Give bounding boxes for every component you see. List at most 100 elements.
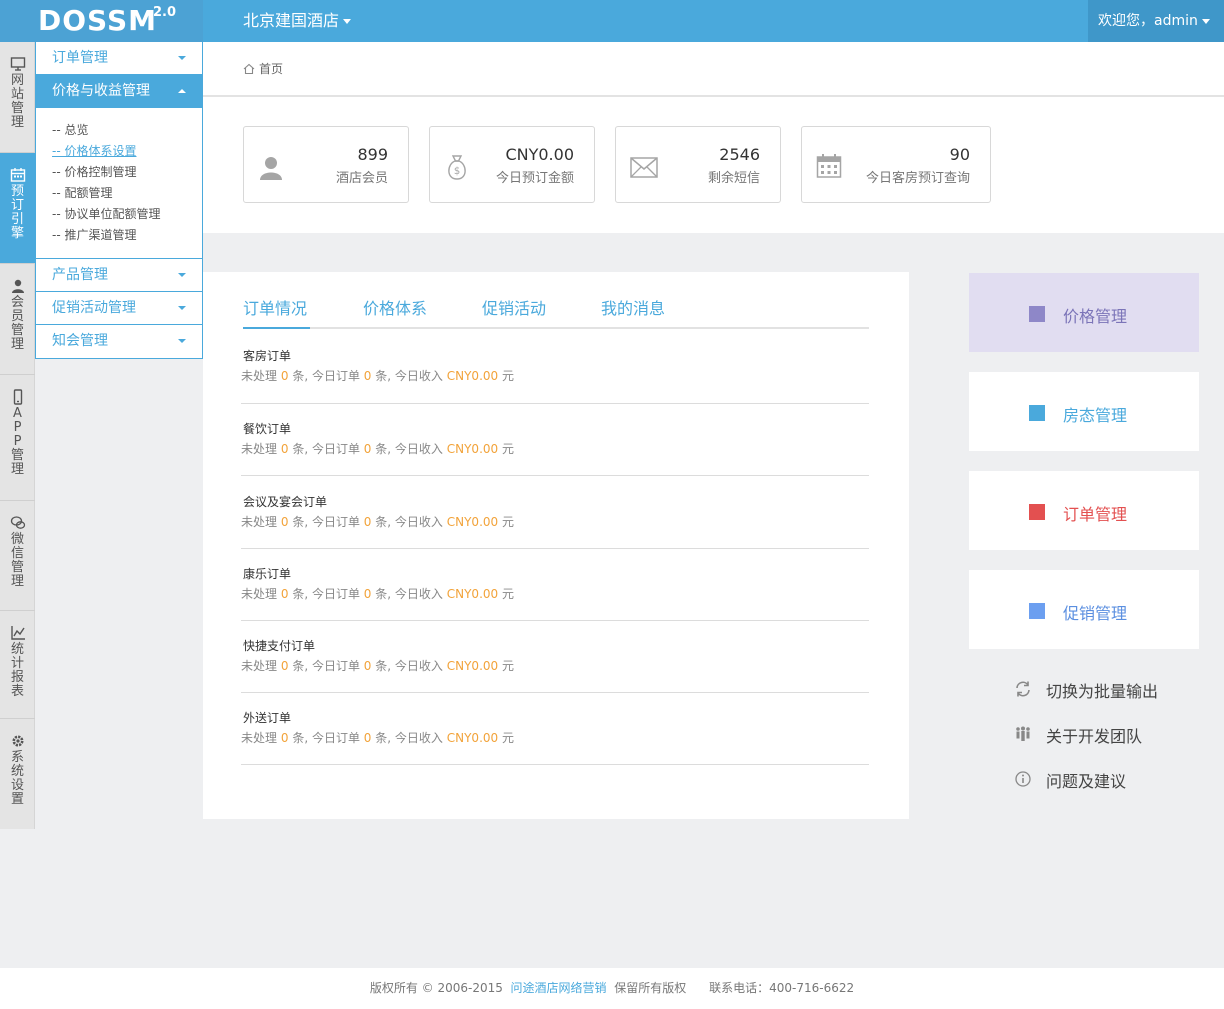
submenu-item-channels[interactable]: -- 推广渠道管理 [52, 225, 202, 246]
menu-promo-management[interactable]: 促销活动管理 [36, 292, 202, 325]
chart-icon [10, 626, 25, 640]
caret-down-icon [178, 56, 186, 60]
footer-company-link[interactable]: 问途酒店网络营销 [511, 981, 607, 995]
settings-icon [12, 735, 23, 747]
hotel-name: 北京建国酒店 [243, 11, 340, 30]
stat-label: 剩余短信 [707, 171, 760, 186]
order-title: 餐饮订单 [243, 422, 292, 436]
top-bar: DOSSM 2.0 北京建国酒店 欢迎您，admin [0, 0, 1224, 42]
order-summary: 未处理 0 条, 今日订单 0 条, 今日收入 CNY0.00 元 [241, 515, 514, 529]
stat-card-members[interactable]: 899 酒店会员 [243, 126, 409, 203]
caret-up-icon [178, 89, 186, 93]
quick-order-management[interactable]: 订单管理 [969, 471, 1199, 550]
tab-price-system[interactable]: 价格体系 [363, 298, 427, 329]
svg-text:$: $ [454, 166, 460, 177]
submenu-item-price-control[interactable]: -- 价格控制管理 [52, 162, 202, 183]
menu-order-management[interactable]: 订单管理 [36, 42, 202, 75]
quick-room-status[interactable]: 房态管理 [969, 372, 1199, 451]
breadcrumb-bar: 首页 [203, 42, 1224, 97]
user-menu[interactable]: 欢迎您，admin [1088, 0, 1224, 42]
menu-pricing-management[interactable]: 价格与收益管理 [36, 75, 202, 108]
submenu-item-price-system[interactable]: -- 价格体系设置 [52, 141, 202, 162]
order-row-quickpay[interactable]: 快捷支付订单 未处理 0 条, 今日订单 0 条, 今日收入 CNY0.00 元 [241, 636, 869, 693]
user-icon [260, 157, 282, 180]
phone-icon [13, 389, 22, 405]
order-summary: 未处理 0 条, 今日订单 0 条, 今日收入 CNY0.00 元 [241, 369, 514, 383]
rail-label: APP管理 [10, 406, 24, 477]
link-label: 关于开发团队 [1046, 727, 1143, 746]
order-title: 康乐订单 [243, 567, 292, 581]
pricing-submenu: -- 总览 -- 价格体系设置 -- 价格控制管理 -- 配额管理 -- 协议单… [36, 108, 202, 259]
tab-messages[interactable]: 我的消息 [601, 298, 665, 329]
stat-value: CNY0.00 [505, 145, 574, 164]
tab-bar: 订单情况 价格体系 促销活动 我的消息 [243, 298, 869, 329]
money-bag-icon: $ [448, 155, 466, 180]
menu-product-management[interactable]: 产品管理 [36, 259, 202, 292]
stat-card-room-queries[interactable]: 90 今日客房预订查询 [801, 126, 991, 203]
rail-label: 系统设置 [10, 750, 24, 807]
stat-label: 今日预订金额 [495, 171, 574, 186]
stat-label: 今日客房预订查询 [865, 171, 970, 186]
order-row-dining[interactable]: 餐饮订单 未处理 0 条, 今日订单 0 条, 今日收入 CNY0.00 元 [241, 419, 869, 476]
footer-copyright: 版权所有 © 2006-2015 [369, 981, 503, 995]
order-row-recreation[interactable]: 康乐订单 未处理 0 条, 今日订单 0 条, 今日收入 CNY0.00 元 [241, 564, 869, 621]
rail-label: 统计报表 [10, 642, 24, 699]
link-label: 切换为批量输出 [1046, 682, 1159, 701]
breadcrumb[interactable]: 首页 [243, 60, 283, 77]
rail-item-reports[interactable]: 统计报表 [0, 611, 35, 719]
submenu-item-overview[interactable]: -- 总览 [52, 120, 202, 141]
chat-icon [10, 516, 25, 529]
order-row-delivery[interactable]: 外送订单 未处理 0 条, 今日订单 0 条, 今日收入 CNY0.00 元 [241, 708, 869, 765]
hotel-selector[interactable]: 北京建国酒店 [243, 0, 352, 42]
stat-card-booking-amount[interactable]: $ CNY0.00 今日预订金额 [429, 126, 595, 203]
caret-down-icon [1201, 18, 1210, 24]
menu-label: 知会管理 [52, 333, 108, 349]
menu-meeting-management[interactable]: 知会管理 [36, 325, 202, 358]
link-label: 问题及建议 [1046, 772, 1127, 791]
square-icon [1029, 306, 1045, 322]
rail-item-booking[interactable]: 预订引擎 [0, 153, 35, 264]
rail-item-website[interactable]: 网站管理 [0, 42, 35, 153]
tab-promotions[interactable]: 促销活动 [482, 298, 546, 329]
tab-orders[interactable]: 订单情况 [243, 298, 310, 329]
submenu-item-agreement-quota[interactable]: -- 协议单位配额管理 [52, 204, 202, 225]
footer: 版权所有 © 2006-2015 问途酒店网络营销 保留所有版权 联系电话：40… [0, 968, 1224, 1009]
stat-value: 90 [949, 145, 970, 164]
rail-label: 微信管理 [10, 532, 24, 589]
rail-item-app[interactable]: APP管理 [0, 375, 35, 501]
stat-value: 899 [357, 145, 388, 164]
user-icon [11, 279, 24, 293]
rail-item-wechat[interactable]: 微信管理 [0, 501, 35, 611]
logo[interactable]: DOSSM 2.0 [0, 0, 203, 42]
quick-price-management[interactable]: 价格管理 [969, 273, 1199, 352]
module-rail: 网站管理 预订引擎 会员管理 APP管理 微信管理 统计报表 系统设置 [0, 42, 35, 829]
order-row-meeting[interactable]: 会议及宴会订单 未处理 0 条, 今日订单 0 条, 今日收入 CNY0.00 … [241, 492, 869, 549]
info-icon [1015, 771, 1031, 787]
menu-label: 促销活动管理 [52, 300, 136, 316]
monitor-icon [10, 57, 25, 71]
quick-label: 价格管理 [1063, 307, 1128, 326]
calendar-icon [816, 154, 842, 178]
quick-label: 房态管理 [1063, 406, 1128, 425]
order-title: 客房订单 [243, 349, 292, 363]
caret-down-icon [178, 306, 186, 310]
stat-value: 2546 [719, 145, 760, 164]
caret-down-icon [178, 273, 186, 277]
submenu-item-quota[interactable]: -- 配额管理 [52, 183, 202, 204]
square-icon [1029, 504, 1045, 520]
stat-card-sms[interactable]: 2546 剩余短信 [615, 126, 781, 203]
order-summary: 未处理 0 条, 今日订单 0 条, 今日收入 CNY0.00 元 [241, 442, 514, 456]
rail-item-settings[interactable]: 系统设置 [0, 719, 35, 829]
footer-phone: 联系电话：400-716-6622 [709, 981, 855, 995]
stats-band: 899 酒店会员 $ CNY0.00 今日预订金额 2546 剩余短信 90 今… [203, 97, 1224, 233]
rail-label: 网站管理 [10, 73, 24, 130]
order-title: 外送订单 [243, 711, 292, 725]
footer-rights: 保留所有版权 [614, 981, 687, 995]
order-summary: 未处理 0 条, 今日订单 0 条, 今日收入 CNY0.00 元 [241, 587, 514, 601]
order-row-rooms[interactable]: 客房订单 未处理 0 条, 今日订单 0 条, 今日收入 CNY0.00 元 [241, 346, 869, 404]
menu-label: 价格与收益管理 [52, 83, 150, 99]
breadcrumb-home: 首页 [259, 62, 284, 76]
quick-promo-management[interactable]: 促销管理 [969, 570, 1199, 649]
square-icon [1029, 405, 1045, 421]
rail-item-members[interactable]: 会员管理 [0, 264, 35, 375]
